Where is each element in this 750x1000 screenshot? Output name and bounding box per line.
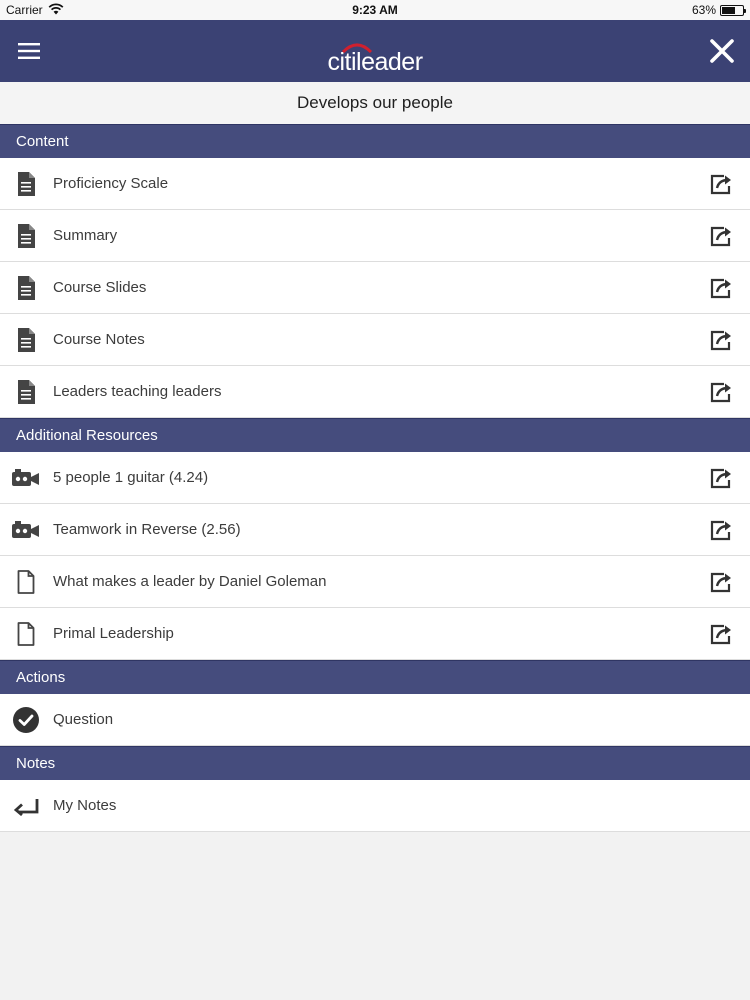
list-item-label: Proficiency Scale	[53, 175, 169, 192]
share-icon[interactable]	[708, 225, 736, 247]
document-filled-icon	[12, 223, 40, 248]
return-arrow-icon	[12, 796, 40, 816]
list-item[interactable]: Summary	[0, 210, 750, 262]
wifi-icon	[48, 3, 64, 18]
list-item[interactable]: Proficiency Scale	[0, 158, 750, 210]
battery-level	[722, 6, 735, 14]
list-item-label: Primal Leadership	[53, 625, 174, 642]
list-item-label: What makes a leader by Daniel Goleman	[53, 573, 327, 590]
nav-bar: citileader	[0, 20, 750, 82]
page-subtitle: Develops our people	[0, 82, 750, 124]
list-item[interactable]: Course Notes	[0, 314, 750, 366]
logo-arc-icon	[342, 43, 373, 53]
app-logo: citileader	[0, 43, 750, 75]
video-camera-icon	[12, 520, 40, 540]
share-icon[interactable]	[708, 381, 736, 403]
share-icon[interactable]	[708, 571, 736, 593]
document-outline-icon	[12, 569, 40, 594]
video-camera-icon	[12, 468, 40, 488]
list-item[interactable]: 5 people 1 guitar (4.24)	[0, 452, 750, 504]
document-filled-icon	[12, 379, 40, 404]
list-item-label: Course Notes	[53, 331, 145, 348]
status-bar: Carrier 9:23 AM 63%	[0, 0, 750, 20]
section-header: Notes	[0, 746, 750, 780]
list-item[interactable]: Leaders teaching leaders	[0, 366, 750, 418]
list-item[interactable]: What makes a leader by Daniel Goleman	[0, 556, 750, 608]
document-outline-icon	[12, 621, 40, 646]
share-icon[interactable]	[708, 467, 736, 489]
section-header: Actions	[0, 660, 750, 694]
document-filled-icon	[12, 327, 40, 352]
list-item-label: Leaders teaching leaders	[53, 383, 222, 400]
share-icon[interactable]	[708, 173, 736, 195]
share-icon[interactable]	[708, 277, 736, 299]
battery-icon	[720, 4, 746, 16]
list-item-label: My Notes	[53, 797, 117, 814]
section-header: Additional Resources	[0, 418, 750, 452]
list-item[interactable]: Teamwork in Reverse (2.56)	[0, 504, 750, 556]
list-item-label: Question	[53, 711, 114, 728]
list-item[interactable]: My Notes	[0, 780, 750, 832]
share-icon[interactable]	[708, 519, 736, 541]
section-header: Content	[0, 124, 750, 158]
share-icon[interactable]	[708, 329, 736, 351]
resource-list: Content Proficiency Scale Summary Course Sl…	[0, 124, 750, 832]
share-icon[interactable]	[708, 623, 736, 645]
document-filled-icon	[12, 171, 40, 196]
list-item[interactable]: Primal Leadership	[0, 608, 750, 660]
document-filled-icon	[12, 275, 40, 300]
status-time: 9:23 AM	[352, 3, 398, 17]
list-item-label: Course Slides	[53, 279, 147, 296]
list-item[interactable]: Course Slides	[0, 262, 750, 314]
list-item-label: Teamwork in Reverse (2.56)	[53, 521, 241, 538]
battery-percent: 63%	[691, 3, 716, 17]
checkmark-circle-icon	[12, 706, 40, 733]
list-item-label: Summary	[53, 227, 118, 244]
list-item[interactable]: Question	[0, 694, 750, 746]
carrier-label: Carrier	[6, 3, 43, 17]
list-item-label: 5 people 1 guitar (4.24)	[53, 469, 209, 486]
